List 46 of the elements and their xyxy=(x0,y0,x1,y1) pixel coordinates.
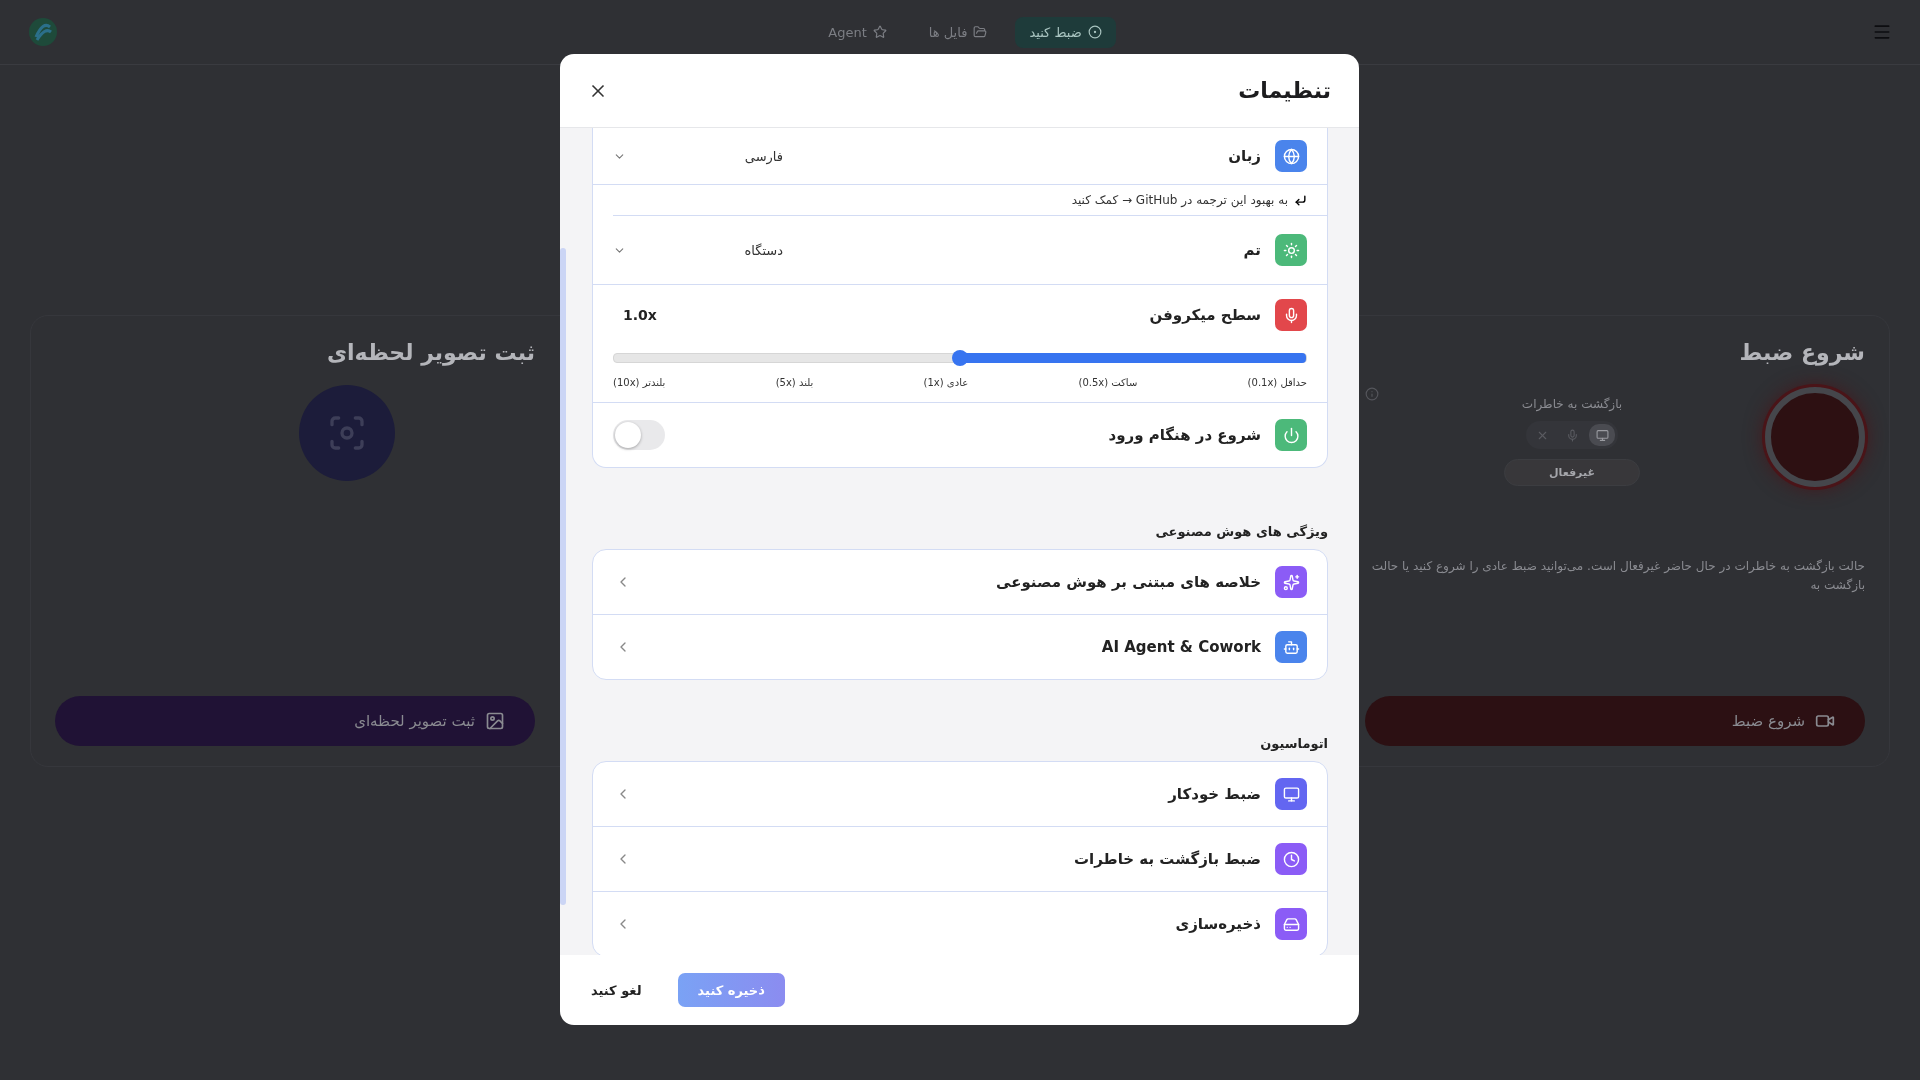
monitor-option[interactable] xyxy=(1589,424,1615,446)
tick-label: عادی (1x) xyxy=(923,377,969,388)
record-icon xyxy=(1087,25,1102,39)
monitor-icon xyxy=(1595,428,1609,442)
setting-label[interactable]: خلاصه های مبتنی بر هوش مصنوعی xyxy=(996,573,1261,591)
rewind-label: بازگشت به خاطرات xyxy=(1521,397,1623,411)
setting-label[interactable]: ضبط بازگشت به خاطرات xyxy=(1074,850,1261,868)
dialog-title: تنظیمات xyxy=(1238,78,1331,103)
setting-label: تم xyxy=(1243,241,1261,259)
setting-label: زبان xyxy=(1228,147,1261,165)
card-title: شروع ضبط xyxy=(1738,340,1865,365)
return-arrow-icon xyxy=(1294,193,1307,207)
folder-icon xyxy=(973,25,988,39)
rewind-note: حالت بازگشت به خاطرات در حال حاضر غیرفعال است. می‌توانید ضبط عادی را شروع کنید یا حالت بازگشت به xyxy=(1370,558,1865,595)
cancel-button[interactable]: لغو کنید xyxy=(585,981,648,999)
toggle-switch[interactable] xyxy=(613,420,665,450)
star-icon xyxy=(872,25,887,39)
setting-label[interactable]: ذخیره‌سازی xyxy=(1175,915,1261,933)
capture-wide-button[interactable]: ثبت تصویر لحظه‌ای xyxy=(55,696,535,746)
tick-label: حداقل (0.1x) xyxy=(1247,377,1307,388)
slider-track[interactable] xyxy=(613,353,1307,363)
focus-frame-icon xyxy=(327,413,367,453)
translation-link[interactable]: به بهبود این ترجمه در GitHub → کمک کنید xyxy=(1071,193,1288,207)
select-field[interactable]: فارسی xyxy=(613,148,873,164)
record-button[interactable] xyxy=(1765,387,1865,487)
setting-label: سطح میکروفن xyxy=(1149,306,1261,324)
setting-label[interactable]: AI Agent & Cowork xyxy=(1101,638,1261,656)
setting-label[interactable]: ضبط خودکار xyxy=(1168,785,1261,803)
level-reading: 1.0x xyxy=(623,307,657,323)
nav-tab[interactable]: ضبط کنید xyxy=(1015,16,1116,48)
scrollbar[interactable] xyxy=(560,248,566,905)
status-pill[interactable]: غیرفعال xyxy=(1504,459,1640,486)
section-title: اتوماسیون xyxy=(1259,736,1328,751)
slider-thumb[interactable] xyxy=(952,350,968,366)
microphone-icon xyxy=(1565,428,1579,442)
tick-label: ساکت (0.5x) xyxy=(1078,377,1138,388)
info-icon[interactable] xyxy=(1365,387,1379,401)
tick-label: بلندتر (10x) xyxy=(613,377,666,388)
start-recording-button[interactable]: شروع ضبط xyxy=(1365,696,1865,746)
select-field[interactable]: دستگاه xyxy=(613,242,873,258)
card-title: ثبت تصویر لحظه‌ای xyxy=(325,340,535,365)
section-title: ویژگی های هوش مصنوعی xyxy=(1154,524,1328,539)
logo-icon xyxy=(28,17,58,47)
image-icon xyxy=(485,711,505,731)
tick-label: بلند (5x) xyxy=(775,377,814,388)
setting-label: شروع در هنگام ورود xyxy=(1108,426,1261,444)
